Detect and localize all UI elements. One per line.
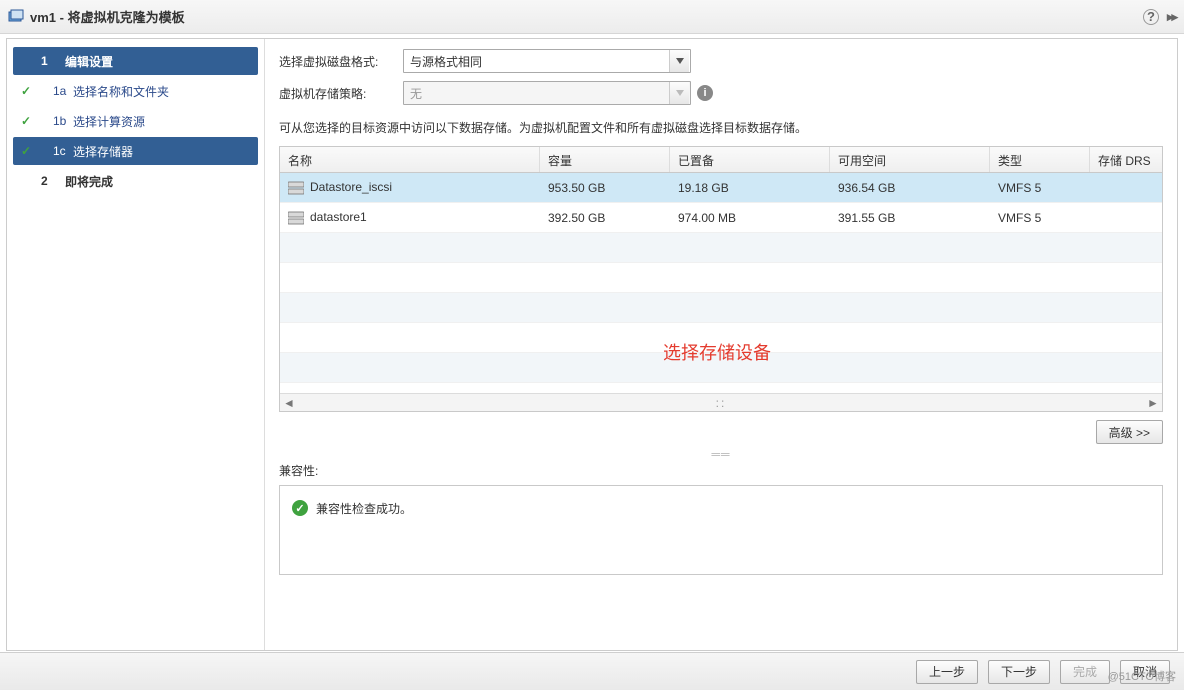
window-title: vm1 - 将虚拟机克隆为模板 <box>30 7 185 26</box>
disk-format-dropdown[interactable]: 与源格式相同 <box>403 49 691 73</box>
compatibility-message: 兼容性检查成功。 <box>316 500 412 517</box>
cancel-button[interactable]: 取消 <box>1120 660 1170 684</box>
horizontal-scrollbar[interactable]: ◄ :: ► <box>280 393 1162 411</box>
wizard-content: 选择虚拟磁盘格式: 与源格式相同 虚拟机存储策略: 无 i 可从您选择的目标资源… <box>265 39 1177 650</box>
expand-icon[interactable]: ▸▸ <box>1167 9 1176 25</box>
table-row <box>280 353 1162 383</box>
datastore-icon <box>288 211 304 225</box>
finish-button: 完成 <box>1060 660 1110 684</box>
step-2[interactable]: ✓2即将完成 <box>13 167 258 195</box>
th-name[interactable]: 名称 <box>280 147 540 172</box>
table-header: 名称 容量 已置备 可用空间 类型 存储 DRS <box>280 147 1162 173</box>
th-free[interactable]: 可用空间 <box>830 147 990 172</box>
datastore-table: 名称 容量 已置备 可用空间 类型 存储 DRS Datastore_iscsi… <box>279 146 1163 412</box>
scroll-left-icon[interactable]: ◄ <box>280 395 298 411</box>
wizard-sidebar: ✓1编辑设置 ✓1a选择名称和文件夹 ✓1b选择计算资源 ✓1c选择存储器 ✓2… <box>7 39 265 650</box>
table-row[interactable]: Datastore_iscsi 953.50 GB 19.18 GB 936.5… <box>280 173 1162 203</box>
table-row <box>280 263 1162 293</box>
datastore-icon <box>288 181 304 195</box>
table-row[interactable]: datastore1 392.50 GB 974.00 MB 391.55 GB… <box>280 203 1162 233</box>
chevron-down-icon <box>669 82 689 104</box>
storage-policy-label: 虚拟机存储策略: <box>279 85 403 102</box>
instruction-text: 可从您选择的目标资源中访问以下数据存储。为虚拟机配置文件和所有虚拟磁盘选择目标数… <box>279 119 1163 136</box>
disk-format-label: 选择虚拟磁盘格式: <box>279 53 403 70</box>
th-type[interactable]: 类型 <box>990 147 1090 172</box>
titlebar: vm1 - 将虚拟机克隆为模板 ? ▸▸ <box>0 0 1184 34</box>
splitter-handle[interactable]: ══ <box>279 450 1163 458</box>
success-icon: ✓ <box>292 500 308 516</box>
step-1b[interactable]: ✓1b选择计算资源 <box>13 107 258 135</box>
vm-icon <box>8 9 24 25</box>
storage-policy-dropdown[interactable]: 无 <box>403 81 691 105</box>
th-drs[interactable]: 存储 DRS <box>1090 147 1162 172</box>
chevron-down-icon <box>669 50 689 72</box>
storage-policy-value: 无 <box>410 85 422 102</box>
advanced-button[interactable]: 高级 >> <box>1096 420 1163 444</box>
step-1[interactable]: ✓1编辑设置 <box>13 47 258 75</box>
wizard-body: ✓1编辑设置 ✓1a选择名称和文件夹 ✓1b选择计算资源 ✓1c选择存储器 ✓2… <box>6 38 1178 651</box>
table-body: Datastore_iscsi 953.50 GB 19.18 GB 936.5… <box>280 173 1162 393</box>
next-button[interactable]: 下一步 <box>988 660 1050 684</box>
back-button[interactable]: 上一步 <box>916 660 978 684</box>
step-1c[interactable]: ✓1c选择存储器 <box>13 137 258 165</box>
compatibility-box: ✓ 兼容性检查成功。 <box>279 485 1163 575</box>
compatibility-label: 兼容性: <box>279 462 1163 479</box>
scroll-track[interactable]: :: <box>298 396 1144 410</box>
table-row <box>280 233 1162 263</box>
disk-format-value: 与源格式相同 <box>410 53 482 70</box>
th-capacity[interactable]: 容量 <box>540 147 670 172</box>
info-icon[interactable]: i <box>697 85 713 101</box>
help-icon[interactable]: ? <box>1143 9 1159 25</box>
table-row <box>280 323 1162 353</box>
wizard-footer: 上一步 下一步 完成 取消 <box>0 652 1184 690</box>
table-row <box>280 293 1162 323</box>
th-provisioned[interactable]: 已置备 <box>670 147 830 172</box>
scroll-right-icon[interactable]: ► <box>1144 395 1162 411</box>
step-1a[interactable]: ✓1a选择名称和文件夹 <box>13 77 258 105</box>
